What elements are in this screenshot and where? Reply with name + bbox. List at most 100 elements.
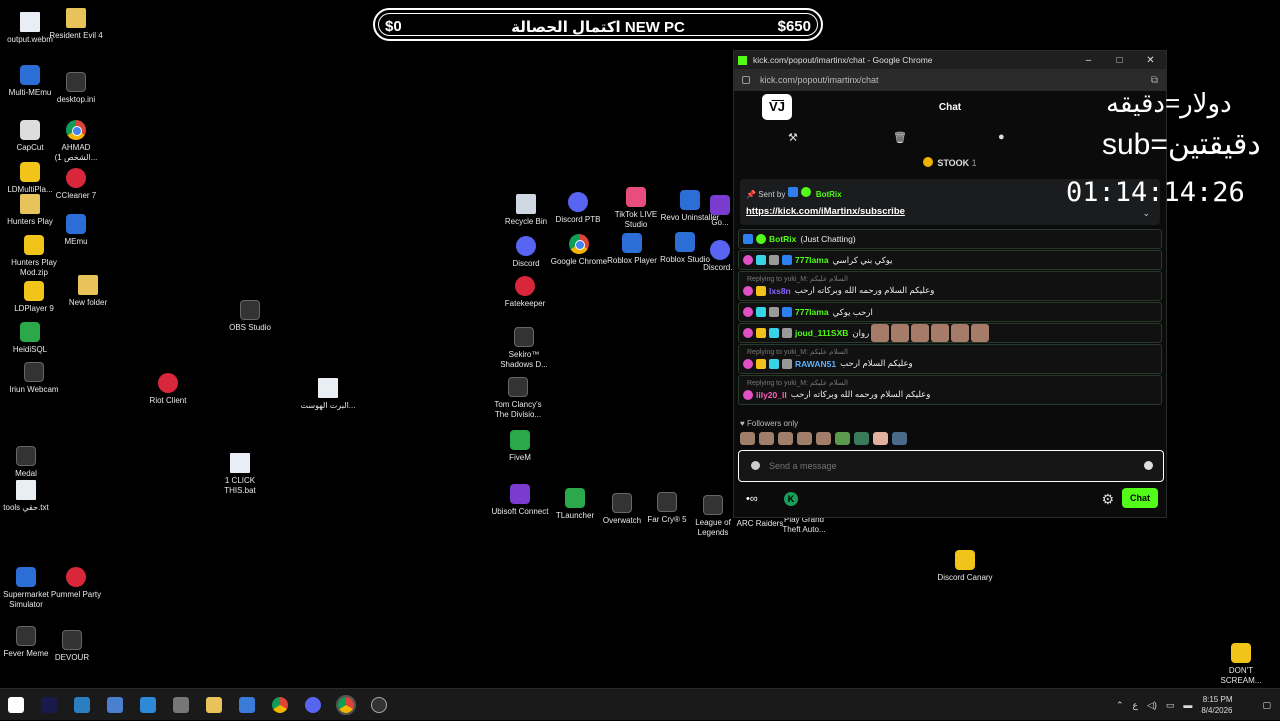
maximize-icon[interactable]: □	[1104, 55, 1135, 66]
emote-icon[interactable]	[740, 432, 755, 445]
desktop-icon-ahmad-chrome[interactable]: AHMAD (الشخص 1...	[46, 120, 106, 163]
subscriber-badge-icon	[743, 255, 753, 265]
desktop-icon-devour[interactable]: DEVOUR	[42, 630, 102, 663]
emote-icon[interactable]	[778, 432, 793, 445]
emoji-picker-icon[interactable]	[1144, 461, 1153, 470]
chat-message[interactable]: BotRix (Just Chatting)	[738, 229, 1162, 249]
desktop-icon-google-chrome[interactable]: Google Chrome	[549, 234, 609, 267]
folder-icon	[66, 8, 86, 28]
volume-icon[interactable]: ◁)	[1147, 700, 1157, 711]
desktop-icon-desktop-ini[interactable]: desktop.ini	[46, 72, 106, 105]
desktop-icon-gta[interactable]: Play Grand Theft Auto...	[774, 515, 834, 535]
store-icon[interactable]	[140, 697, 156, 713]
desktop-icon-heidisql[interactable]: HeidiSQL	[0, 322, 60, 355]
network-icon[interactable]: ▭	[1166, 700, 1175, 711]
hammer-icon[interactable]: ⚒	[788, 131, 798, 144]
vip-badge-icon	[769, 328, 779, 338]
chat-message-input[interactable]	[769, 457, 1099, 475]
site-info-icon[interactable]	[742, 76, 750, 84]
snipping-icon[interactable]	[173, 697, 189, 713]
heart-icon: ♥	[740, 419, 745, 428]
visual-studio-icon[interactable]	[74, 697, 90, 713]
hammer-badge-icon	[769, 255, 779, 265]
send-chat-button[interactable]: Chat	[1122, 488, 1158, 508]
overlay-rate-sub: sub=دقيقتين	[1102, 128, 1261, 161]
translate-icon[interactable]: ⧉	[1151, 75, 1158, 86]
desktop-icon-discord[interactable]: Discord	[496, 236, 556, 269]
desktop-icon-dont-scream[interactable]: DON'T SCREAM...	[1211, 643, 1271, 686]
desktop-icon-fatekeeper[interactable]: Fatekeeper	[495, 276, 555, 309]
desktop-icon-iriun[interactable]: Iriun Webcam	[4, 362, 64, 395]
after-effects-icon[interactable]	[41, 697, 57, 713]
chat-message[interactable]: 777lama ارحب يوكي	[738, 302, 1162, 322]
chat-message[interactable]: joud_111SXB روان	[738, 323, 1162, 343]
minimize-icon[interactable]: –	[1073, 55, 1104, 66]
obs-taskbar-icon[interactable]	[371, 697, 387, 713]
desktop-icon-division[interactable]: Tom Clancy's The Divisio...	[488, 377, 548, 420]
desktop-icon-tools-txt[interactable]: tools حقي.txt	[0, 480, 56, 513]
desktop-icon-recycle-bin[interactable]: Recycle Bin	[496, 194, 556, 227]
emote-icon[interactable]	[797, 432, 812, 445]
fivem-icon	[510, 430, 530, 450]
desktop-icon-ldplayer[interactable]: LDPlayer 9	[4, 281, 64, 314]
desktop-icon-tiktok[interactable]: TikTok LIVE Studio	[606, 187, 666, 230]
emote-icon[interactable]	[816, 432, 831, 445]
window-title: kick.com/popout/imartinx/chat - Google C…	[753, 55, 933, 65]
notification-icon[interactable]: ▢	[1262, 700, 1271, 711]
gear-icon[interactable]: ⚙	[1101, 491, 1114, 508]
desktop-icon-fivem[interactable]: FiveM	[490, 430, 550, 463]
desktop-icon-ubisoft[interactable]: Ubisoft Connect	[490, 484, 550, 517]
pinned-sender-line: 📌 Sent by BotRix	[746, 187, 842, 199]
shield-icon[interactable]	[751, 461, 760, 470]
desktop-icon-discord-ptb[interactable]: Discord PTB	[548, 192, 608, 225]
url-text[interactable]: kick.com/popout/imartinx/chat	[760, 75, 879, 85]
chevron-down-icon[interactable]: ⌄	[1142, 208, 1150, 219]
kick-k-icon[interactable]: K	[784, 492, 798, 506]
desktop-icon-pummel-party[interactable]: Pummel Party	[46, 567, 106, 600]
desktop-icon-obs[interactable]: OBS Studio	[220, 300, 280, 333]
window-titlebar[interactable]: kick.com/popout/imartinx/chat - Google C…	[734, 51, 1166, 69]
chat-message-reply[interactable]: Replying to yuki_M: السلام عليكم lxs8n و…	[738, 271, 1162, 301]
desktop-icon-hunters-zip[interactable]: Hunters Play Mod.zip	[4, 235, 64, 278]
file-explorer-icon[interactable]	[206, 697, 222, 713]
chat-input-box[interactable]	[738, 450, 1164, 482]
chrome-active-icon[interactable]	[336, 695, 356, 715]
overwatch-icon	[612, 493, 632, 513]
subscribe-link[interactable]: https://kick.com/iMartinx/subscribe	[746, 206, 905, 217]
language-indicator[interactable]: ع	[1133, 700, 1138, 711]
desktop-icon-arabic-file[interactable]: البرت الهوست...	[298, 378, 358, 411]
desktop-icon-sekiro[interactable]: Sekiro™ Shadows D...	[494, 327, 554, 370]
desktop-icon-discord-canary[interactable]: Discord Canary	[935, 550, 995, 583]
address-bar[interactable]: kick.com/popout/imartinx/chat ⧉	[734, 69, 1166, 91]
chevron-up-icon[interactable]: ⌃	[1116, 700, 1124, 711]
desktop-icon-new-folder[interactable]: New folder	[58, 275, 118, 308]
chrome-taskbar-icon[interactable]	[272, 697, 288, 713]
chat-message-reply[interactable]: Replying to yuki_M: السلام عليكم RAWAN51…	[738, 344, 1162, 374]
chat-bubble-icon[interactable]: ●	[998, 131, 1005, 143]
emote-icon[interactable]	[873, 432, 888, 445]
emote-icon[interactable]	[892, 432, 907, 445]
discord-taskbar-icon[interactable]	[305, 697, 321, 713]
vip-badge-icon	[756, 255, 766, 265]
trash-icon[interactable]: 🗑	[893, 131, 907, 144]
emote-icon[interactable]	[835, 432, 850, 445]
emote-icon[interactable]	[854, 432, 869, 445]
desktop-icon-medal[interactable]: Medal	[0, 446, 56, 479]
chat-message[interactable]: 777lama يوكي بني كراسي	[738, 250, 1162, 270]
chat-message-reply[interactable]: Replying to yuki_M: السلام عليكم lily20_…	[738, 375, 1162, 405]
chrome-window[interactable]: kick.com/popout/imartinx/chat - Google C…	[733, 50, 1167, 518]
calculator-icon[interactable]	[107, 697, 123, 713]
ms-store-icon[interactable]	[239, 697, 255, 713]
crown-badge-icon	[756, 359, 766, 369]
desktop-icon-roblox-player[interactable]: Roblox Player	[602, 233, 662, 266]
desktop-icon-riot[interactable]: Riot Client	[138, 373, 198, 406]
start-windows-icon[interactable]	[8, 697, 24, 713]
emote-icon[interactable]	[759, 432, 774, 445]
desktop-icon-click-bat[interactable]: 1 CLICK THIS.bat	[210, 453, 270, 496]
close-icon[interactable]: ✕	[1135, 55, 1166, 66]
desktop-icon-resident-evil[interactable]: Resident Evil 4	[46, 8, 106, 41]
points-icon[interactable]: •∞	[746, 493, 758, 505]
clock[interactable]: 8:15 PM 8/4/2026	[1201, 694, 1232, 716]
battery-icon[interactable]: ▬	[1183, 700, 1192, 710]
app-icon	[16, 446, 36, 466]
